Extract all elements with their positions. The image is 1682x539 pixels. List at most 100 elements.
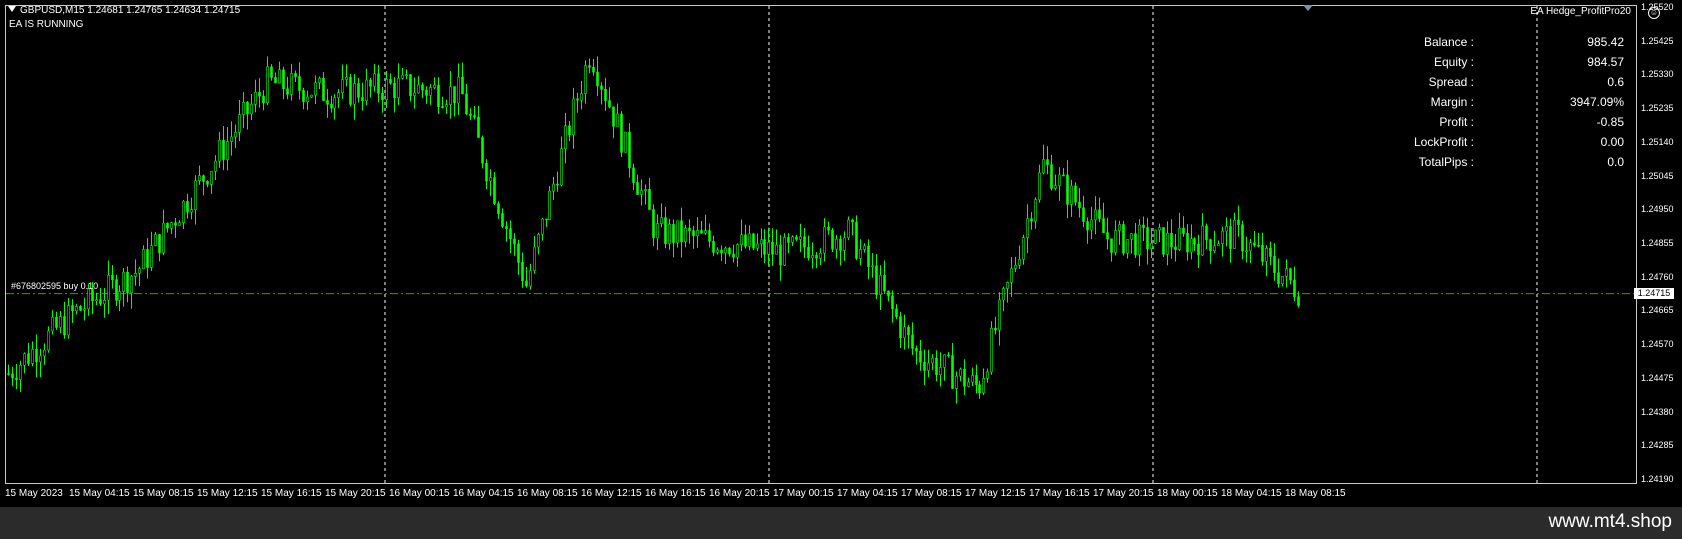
time-tick-label: 16 May 00:15 xyxy=(389,488,450,499)
candle-body xyxy=(282,69,285,89)
candle-body xyxy=(513,238,516,245)
dropdown-triangle-icon[interactable] xyxy=(8,6,16,12)
candle-body xyxy=(664,217,667,244)
candle xyxy=(337,88,340,108)
candle xyxy=(660,203,663,228)
candle xyxy=(863,243,866,253)
candle xyxy=(198,165,201,185)
candle-body xyxy=(222,140,225,160)
candle xyxy=(1102,202,1105,233)
price-tick-label: 1.24950 xyxy=(1641,204,1674,215)
candle-body xyxy=(254,91,257,105)
time-tick-label: 17 May 16:15 xyxy=(1029,488,1090,499)
candle-body xyxy=(1098,209,1101,219)
candle xyxy=(799,223,802,253)
candle-body xyxy=(911,334,914,349)
candle-body xyxy=(552,183,555,192)
candle xyxy=(1166,221,1169,266)
candle-body xyxy=(353,83,356,105)
chart-window[interactable]: GBPUSD,M15 1.24681 1.24765 1.24634 1.247… xyxy=(0,0,1682,507)
candle-body xyxy=(628,131,631,169)
candle xyxy=(624,131,627,153)
time-tick-label: 18 May 08:15 xyxy=(1285,488,1346,499)
candle-body xyxy=(234,132,237,138)
candle-body xyxy=(1229,226,1232,249)
candle-body xyxy=(1182,227,1185,234)
candle xyxy=(1126,239,1129,259)
stat-value: 0.00 xyxy=(1600,135,1624,149)
candle-body xyxy=(720,249,723,254)
candle-body xyxy=(632,167,635,183)
candle xyxy=(943,354,946,381)
candle xyxy=(345,64,348,87)
candle-body xyxy=(361,97,364,101)
candle xyxy=(417,76,420,94)
candle-body xyxy=(369,79,372,87)
candle xyxy=(71,299,74,323)
price-tick-label: 1.24380 xyxy=(1641,406,1674,417)
candle xyxy=(1030,212,1033,230)
candle-body xyxy=(648,189,651,210)
candle xyxy=(369,77,372,98)
candle xyxy=(302,87,305,110)
candle-body xyxy=(1253,242,1256,246)
candle xyxy=(254,79,257,113)
time-tick-label: 16 May 08:15 xyxy=(517,488,578,499)
candle-body xyxy=(819,252,822,259)
candle-body xyxy=(337,92,340,99)
candle-body xyxy=(365,79,368,101)
candle-body xyxy=(787,237,790,243)
candle xyxy=(242,92,245,128)
order-line-label: #676802595 buy 0.10 xyxy=(11,281,99,291)
candle-body xyxy=(1289,268,1292,281)
stat-label: LockProfit : xyxy=(1380,135,1474,151)
candle xyxy=(341,64,344,99)
stat-value: 984.57 xyxy=(1587,55,1624,69)
candle-body xyxy=(994,328,997,331)
candle-body xyxy=(1114,230,1117,253)
stat-value: 3947.09% xyxy=(1569,95,1624,109)
candle xyxy=(282,66,285,100)
shift-marker-icon[interactable] xyxy=(1303,5,1313,11)
candle xyxy=(716,247,719,255)
candle-body xyxy=(1269,247,1272,257)
time-tick-label: 17 May 12:15 xyxy=(965,488,1026,499)
candle-body xyxy=(71,305,74,312)
candle xyxy=(1066,160,1069,219)
candle xyxy=(1058,167,1061,201)
candle xyxy=(1253,231,1256,248)
candle xyxy=(911,322,914,356)
candle xyxy=(883,260,886,294)
candle xyxy=(266,56,269,106)
candle-body xyxy=(1102,218,1105,233)
candle-body xyxy=(310,94,313,98)
candle xyxy=(811,242,814,269)
candle xyxy=(1197,234,1200,268)
candle-body xyxy=(1142,224,1145,228)
candle xyxy=(1034,197,1037,229)
candle-body xyxy=(497,203,500,214)
candle-body xyxy=(1201,225,1204,256)
candle-body xyxy=(1130,233,1133,240)
candle-body xyxy=(963,368,966,387)
candle xyxy=(736,243,739,267)
candle xyxy=(1054,174,1057,191)
candle xyxy=(620,111,623,157)
stat-label: Profit : xyxy=(1380,115,1474,131)
candle-body xyxy=(863,245,866,250)
candle xyxy=(859,239,862,266)
candle-body xyxy=(1162,227,1165,255)
candle-body xyxy=(158,234,161,254)
candle-body xyxy=(441,106,444,108)
candle xyxy=(907,324,910,349)
candle xyxy=(971,367,974,386)
candle xyxy=(1022,234,1025,265)
candle xyxy=(385,70,388,109)
candle xyxy=(170,221,173,234)
candle-body xyxy=(763,239,766,255)
candle xyxy=(831,228,834,253)
candle-body xyxy=(1050,164,1053,189)
candle xyxy=(1174,233,1177,262)
candle xyxy=(111,265,114,289)
candle xyxy=(672,219,675,258)
